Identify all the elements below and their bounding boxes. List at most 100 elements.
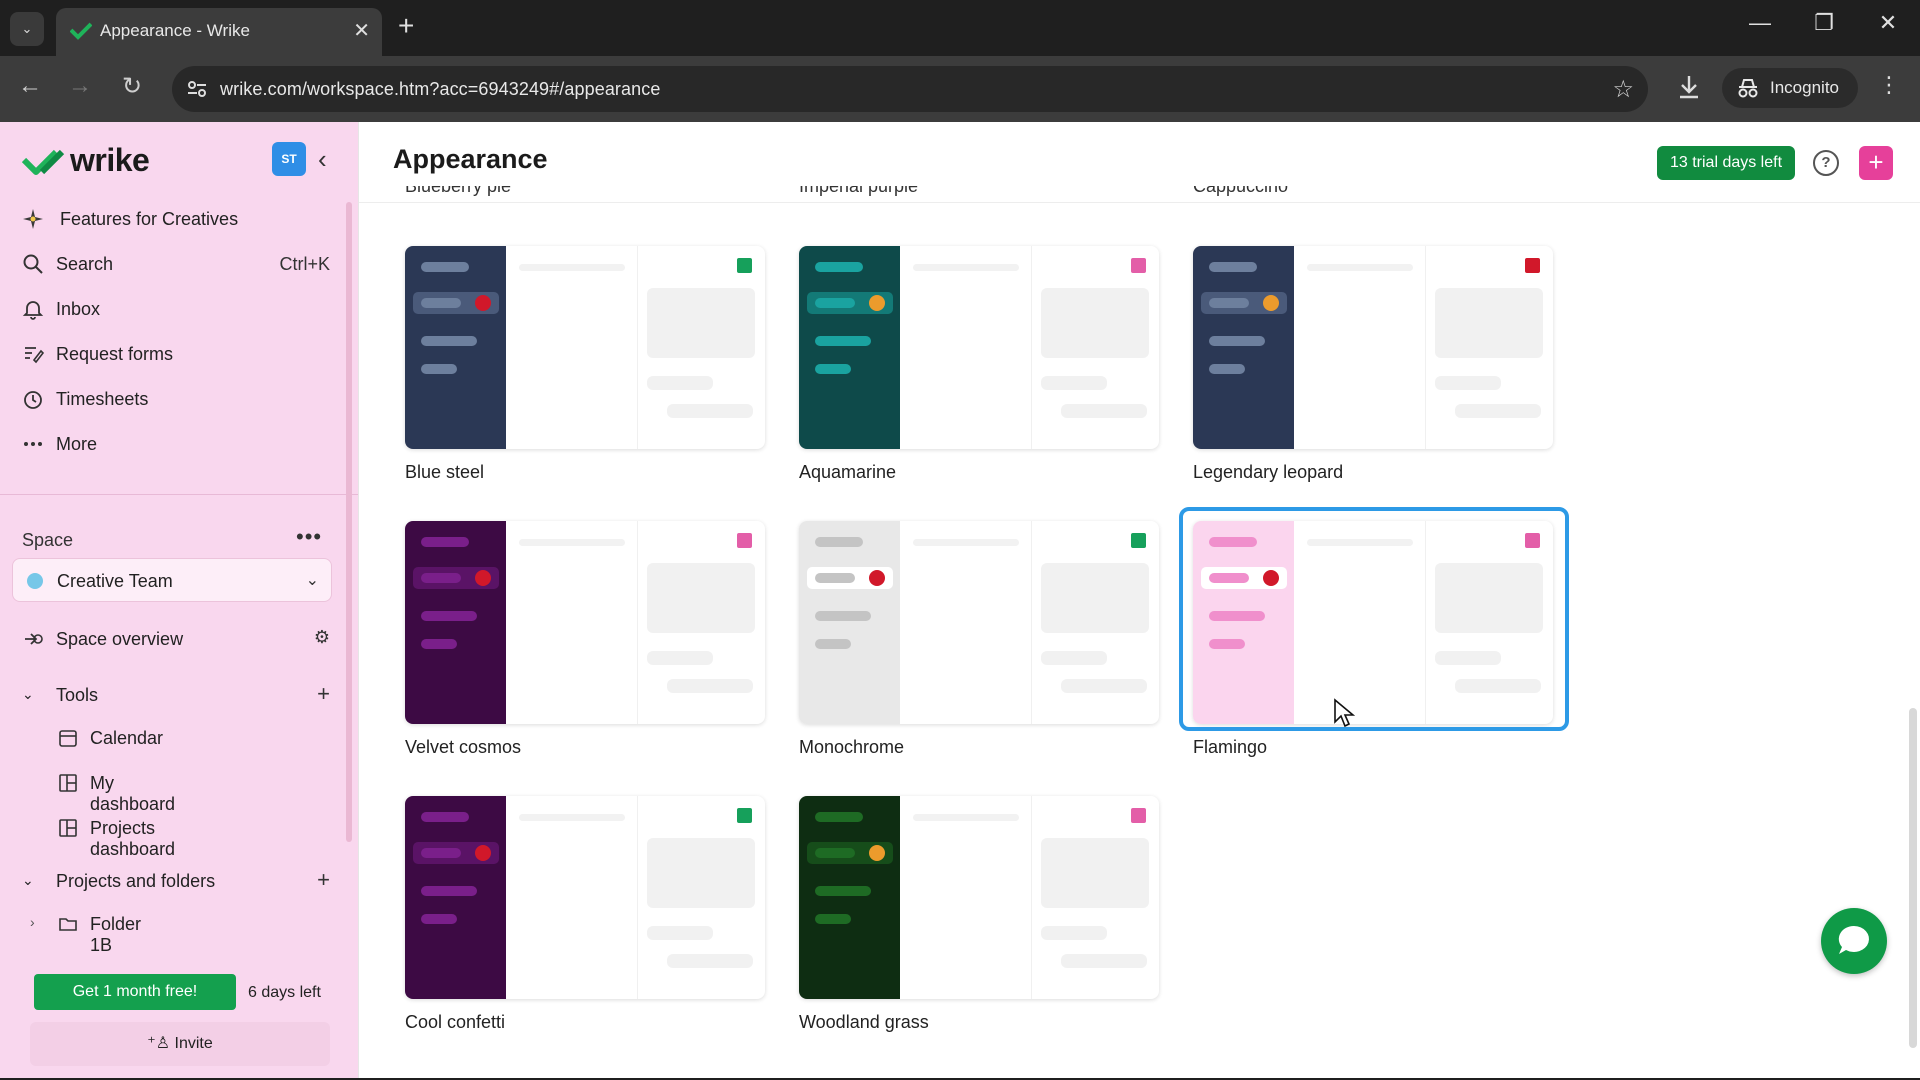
- preview-indicator-dot: [869, 845, 885, 861]
- space-name: Creative Team: [57, 571, 173, 591]
- sparkle-icon: [23, 209, 43, 229]
- theme-label-cut: Imperial purple: [799, 186, 919, 196]
- restore-icon[interactable]: ❐: [1804, 10, 1844, 36]
- forward-icon[interactable]: →: [64, 72, 96, 100]
- theme-name-label[interactable]: Blue steel: [405, 462, 484, 483]
- theme-name-label[interactable]: Aquamarine: [799, 462, 896, 483]
- invite-button[interactable]: ⁺♙ Invite: [30, 1022, 330, 1066]
- theme-card[interactable]: [799, 796, 1159, 999]
- nav-request-forms[interactable]: Request forms: [20, 337, 330, 373]
- preview-bar: [815, 364, 851, 374]
- invite-icon: ⁺♙: [147, 1035, 171, 1052]
- preview-bar: [421, 914, 457, 924]
- create-new-button[interactable]: +: [1859, 146, 1893, 180]
- chat-button[interactable]: [1821, 908, 1887, 974]
- preview-bar: [1209, 262, 1257, 272]
- close-window-icon[interactable]: ✕: [1868, 10, 1908, 36]
- preview-bar: [421, 298, 461, 308]
- preview-bar: [815, 639, 851, 649]
- tab-search-button[interactable]: ⌄: [10, 12, 44, 46]
- theme-card[interactable]: [799, 521, 1159, 724]
- tool-label: Projects dashboard: [90, 818, 176, 859]
- reload-icon[interactable]: ↻: [116, 72, 148, 101]
- brand-name: wrike: [70, 142, 150, 178]
- new-tab-button[interactable]: +: [398, 10, 414, 42]
- dots-icon: [24, 442, 42, 446]
- add-project-icon[interactable]: +: [317, 867, 330, 893]
- preview-block: [647, 838, 755, 908]
- download-icon[interactable]: [1672, 70, 1706, 104]
- add-tool-icon[interactable]: +: [317, 681, 330, 707]
- gear-icon[interactable]: ⚙: [314, 627, 330, 648]
- preview-bar: [421, 364, 457, 374]
- folder-icon: [59, 918, 77, 931]
- help-icon[interactable]: ?: [1813, 150, 1839, 176]
- avatar[interactable]: ST: [272, 142, 306, 176]
- chevron-right-icon[interactable]: ›: [30, 914, 35, 930]
- nav-features-for-creatives[interactable]: Features for Creatives: [20, 202, 330, 238]
- site-info-icon[interactable]: [186, 78, 208, 100]
- theme-sidebar-preview: [405, 796, 506, 999]
- theme-card[interactable]: [405, 796, 765, 999]
- nav-timesheets[interactable]: Timesheets: [20, 382, 330, 418]
- mouse-cursor-icon: [1334, 698, 1355, 728]
- main-content: Appearance 13 trial days left ? + Bluebe…: [358, 122, 1920, 1078]
- invite-label: Invite: [174, 1035, 213, 1052]
- nav-label: Search: [56, 254, 114, 274]
- address-bar[interactable]: wrike.com/workspace.htm?acc=6943249#/app…: [172, 66, 1648, 112]
- preview-divider: [637, 246, 638, 449]
- sidebar-scrollbar[interactable]: [346, 202, 352, 842]
- browser-tab[interactable]: Appearance - Wrike ✕: [56, 8, 382, 56]
- theme-card[interactable]: [1193, 246, 1553, 449]
- projects-section-header[interactable]: ⌄ Projects and folders +: [20, 864, 330, 900]
- dashboard-icon: [59, 819, 77, 837]
- trial-days-badge[interactable]: 13 trial days left: [1657, 146, 1795, 180]
- space-selector[interactable]: Creative Team ⌄: [12, 558, 332, 602]
- browser-toolbar: ← → ↻ wrike.com/workspace.htm?acc=694324…: [0, 56, 1920, 122]
- preview-content-line: [519, 814, 625, 821]
- preview-divider: [637, 521, 638, 724]
- theme-name-label[interactable]: Legendary leopard: [1193, 462, 1343, 483]
- theme-name-label[interactable]: Velvet cosmos: [405, 737, 521, 758]
- incognito-indicator[interactable]: Incognito: [1722, 68, 1858, 108]
- browser-menu-icon[interactable]: ⋮: [1878, 72, 1900, 98]
- back-icon[interactable]: ←: [14, 72, 46, 100]
- preview-block: [667, 679, 753, 693]
- preview-block: [1041, 288, 1149, 358]
- bookmark-star-icon[interactable]: ☆: [1612, 75, 1634, 104]
- get-month-free-button[interactable]: Get 1 month free!: [34, 974, 236, 1010]
- preview-block: [1041, 926, 1107, 940]
- preview-block: [1041, 563, 1149, 633]
- theme-name-label[interactable]: Monochrome: [799, 737, 904, 758]
- tools-section-header[interactable]: ⌄ Tools +: [20, 678, 330, 714]
- theme-card[interactable]: [405, 521, 765, 724]
- theme-name-label[interactable]: Flamingo: [1193, 737, 1267, 758]
- theme-name-label[interactable]: Cool confetti: [405, 1012, 505, 1033]
- preview-block: [1061, 954, 1147, 968]
- nav-inbox[interactable]: Inbox: [20, 292, 330, 328]
- preview-indicator-dot: [475, 570, 491, 586]
- nav-space-overview[interactable]: Space overview ⚙: [20, 622, 330, 658]
- theme-card[interactable]: [799, 246, 1159, 449]
- nav-more[interactable]: More: [20, 427, 330, 463]
- preview-bar: [421, 848, 461, 858]
- theme-card[interactable]: [405, 246, 765, 449]
- preview-content-line: [913, 814, 1019, 821]
- theme-name-label[interactable]: Woodland grass: [799, 1012, 929, 1033]
- page-title: Appearance: [393, 144, 548, 174]
- tools-label: Tools: [56, 685, 99, 705]
- wrike-check-icon: [22, 149, 65, 175]
- nav-search[interactable]: Search Ctrl+K: [20, 247, 330, 283]
- chevron-down-icon: ⌄: [22, 686, 34, 702]
- main-scrollbar[interactable]: [1909, 708, 1917, 1048]
- preview-bar: [421, 812, 469, 822]
- preview-divider: [1031, 246, 1032, 449]
- projects-label: Projects and folders: [56, 871, 216, 891]
- space-options-icon[interactable]: •••: [296, 524, 322, 550]
- collapse-sidebar-icon[interactable]: ‹: [318, 144, 327, 175]
- preview-block: [1041, 651, 1107, 665]
- minimize-icon[interactable]: —: [1740, 10, 1780, 36]
- preview-bar: [815, 537, 863, 547]
- preview-bar: [815, 848, 855, 858]
- tab-close-icon[interactable]: ✕: [353, 18, 370, 43]
